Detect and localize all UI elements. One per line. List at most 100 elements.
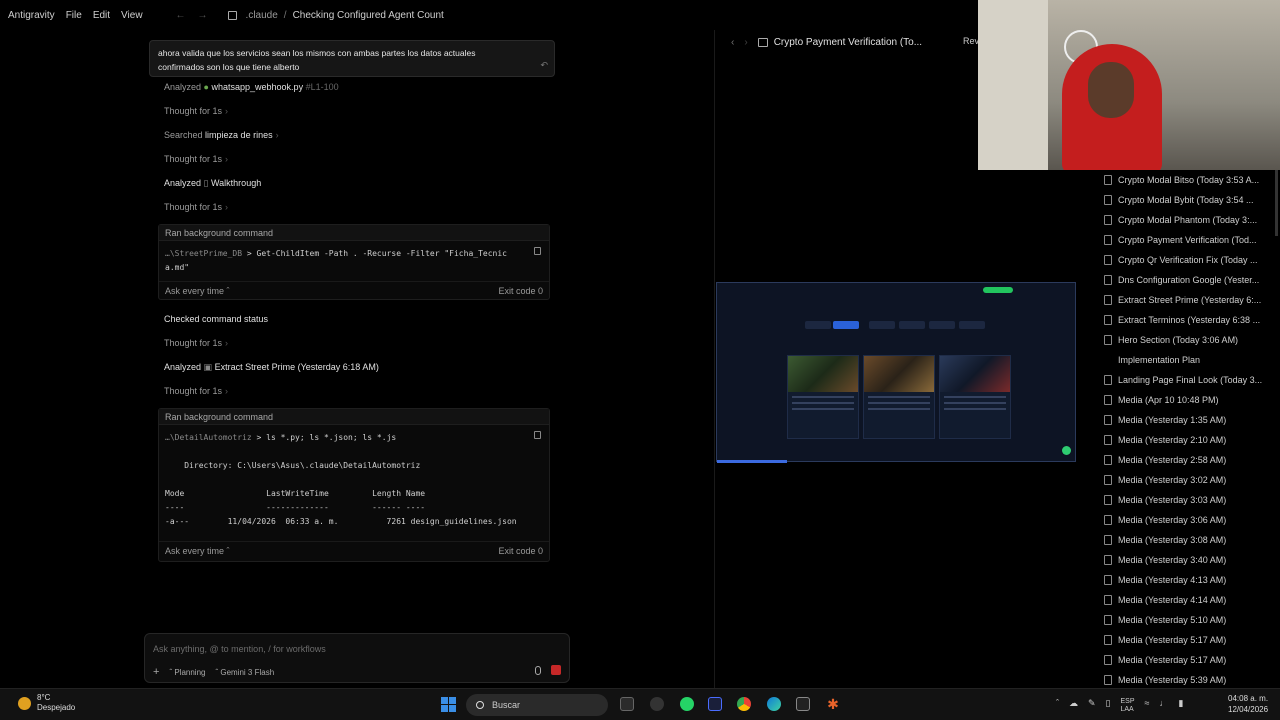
- stop-button[interactable]: [551, 665, 561, 675]
- artifact-list-item[interactable]: Crypto Modal Bitso (Today 3:53 A...: [1094, 170, 1280, 190]
- step-checked[interactable]: Checked command status: [164, 314, 268, 324]
- artifact-list-label: Media (Yesterday 5:39 AM): [1118, 675, 1227, 685]
- step-text: Thought for 1s: [164, 106, 223, 116]
- artifact-list-item[interactable]: Media (Yesterday 3:02 AM): [1094, 470, 1280, 490]
- step-thought[interactable]: Thought for 1s ›: [164, 338, 228, 348]
- artifact-list-item[interactable]: Extract Terminos (Yesterday 6:38 ...: [1094, 310, 1280, 330]
- artifact-list-item[interactable]: Media (Yesterday 4:13 AM): [1094, 570, 1280, 590]
- artifact-list-item[interactable]: Media (Yesterday 5:10 AM): [1094, 610, 1280, 630]
- artifact-list-item[interactable]: Media (Yesterday 4:14 AM): [1094, 590, 1280, 610]
- ask-every-time-dropdown[interactable]: Ask every time ˆ: [165, 286, 230, 296]
- antigravity-icon[interactable]: [708, 697, 722, 711]
- artifact-list-item[interactable]: Media (Apr 10 10:48 PM): [1094, 390, 1280, 410]
- image-icon: [757, 37, 768, 47]
- copy-icon[interactable]: [534, 431, 541, 439]
- step-analyzed[interactable]: Analyzed ▣ Extract Street Prime (Yesterd…: [164, 362, 379, 373]
- screenshot-image[interactable]: [716, 282, 1076, 463]
- artifact-list-item[interactable]: Media (Yesterday 3:06 AM): [1094, 510, 1280, 530]
- battery-icon[interactable]: ▮: [1178, 698, 1183, 714]
- file-icon: [1104, 275, 1112, 285]
- artifact-list-item[interactable]: Media (Yesterday 5:17 AM): [1094, 630, 1280, 650]
- mode-selector[interactable]: ˆ Planning: [169, 668, 205, 677]
- chrome-icon[interactable]: [737, 697, 751, 711]
- edge-icon[interactable]: [767, 697, 781, 711]
- scrollbar[interactable]: [1275, 170, 1278, 236]
- step-text: Checked command status: [164, 314, 269, 324]
- terminal-icon[interactable]: [796, 697, 810, 711]
- artifact-list-item[interactable]: Media (Yesterday 2:10 AM): [1094, 430, 1280, 450]
- artifact-list-item[interactable]: Hero Section (Today 3:06 AM): [1094, 330, 1280, 350]
- volume-icon[interactable]: ♩: [1159, 698, 1168, 714]
- chevron-up-icon[interactable]: ˆ: [1056, 698, 1059, 714]
- time: 04:08 a. m.: [1228, 694, 1269, 703]
- command-text: …\DetailAutomotriz > ls *.py; ls *.json;…: [159, 425, 549, 541]
- whatsapp-icon[interactable]: [680, 697, 694, 711]
- microphone-icon[interactable]: [535, 666, 541, 675]
- weather-widget[interactable]: 8°C Despejado: [18, 693, 75, 713]
- user-message-line: confirmados son los que tiene alberto: [158, 62, 300, 72]
- artifact-list-item[interactable]: Crypto Payment Verification (Tod...: [1094, 230, 1280, 250]
- artifact-list-item[interactable]: Landing Page Final Look (Today 3...: [1094, 370, 1280, 390]
- artifact-list-item[interactable]: Media (Yesterday 5:17 AM): [1094, 650, 1280, 670]
- pen-icon[interactable]: ✎: [1088, 698, 1096, 714]
- menu-view[interactable]: View: [121, 10, 143, 21]
- command-cwd: …\DetailAutomotriz: [165, 433, 252, 442]
- add-context-icon[interactable]: +: [153, 666, 159, 678]
- language-indicator[interactable]: ESP LAA: [1121, 698, 1135, 714]
- cloud-icon[interactable]: ☁: [1069, 698, 1078, 714]
- command-output: Mode LastWriteTime Length Name: [165, 489, 426, 498]
- notes-icon[interactable]: ▯: [1106, 698, 1111, 714]
- step-thought[interactable]: Thought for 1s ›: [164, 106, 228, 116]
- wifi-icon[interactable]: ≈: [1145, 698, 1150, 714]
- app-menu[interactable]: Antigravity: [8, 10, 55, 21]
- weather-icon: [18, 696, 31, 710]
- github-icon[interactable]: [650, 697, 664, 711]
- back-arrow-icon[interactable]: ←: [176, 10, 186, 21]
- artifact-list-label: Implementation Plan: [1118, 355, 1201, 365]
- file-explorer-icon[interactable]: [620, 697, 634, 711]
- undo-icon[interactable]: ↶: [540, 58, 548, 72]
- artifact-list-item[interactable]: Crypto Modal Bybit (Today 3:54 ...: [1094, 190, 1280, 210]
- artifact-list-item[interactable]: Media (Yesterday 3:40 AM): [1094, 550, 1280, 570]
- artifact-list-item[interactable]: Media (Yesterday 1:35 AM): [1094, 410, 1280, 430]
- breadcrumb-workspace[interactable]: .claude: [246, 10, 278, 21]
- forward-icon[interactable]: ›: [744, 37, 747, 48]
- artifact-list-item[interactable]: Dns Configuration Google (Yester...: [1094, 270, 1280, 290]
- ask-every-time-dropdown[interactable]: Ask every time ˆ: [165, 546, 230, 556]
- command-line: ls *.py; ls *.json; ls *.js: [266, 433, 397, 442]
- step-thought[interactable]: Thought for 1s ›: [164, 386, 228, 396]
- taskbar-search[interactable]: Buscar: [466, 694, 608, 716]
- step-analyzed[interactable]: Analyzed ● whatsapp_webhook.py #L1-100: [164, 82, 339, 92]
- system-tray: ˆ ☁ ✎ ▯ ESP LAA ≈ ♩ ▮: [1056, 698, 1183, 714]
- windows-start-icon[interactable]: [441, 697, 456, 712]
- chat-input[interactable]: Ask anything, @ to mention, / for workfl…: [144, 633, 570, 683]
- claude-icon[interactable]: ✱: [826, 697, 840, 711]
- file-icon: [1104, 475, 1112, 485]
- command-header[interactable]: Ran background command: [159, 409, 549, 425]
- step-thought[interactable]: Thought for 1s ›: [164, 154, 228, 164]
- menu-edit[interactable]: Edit: [93, 10, 110, 21]
- forward-arrow-icon[interactable]: →: [198, 10, 208, 21]
- artifact-list-item[interactable]: Media (Yesterday 5:39 AM): [1094, 670, 1280, 688]
- step-thought[interactable]: Thought for 1s ›: [164, 202, 228, 212]
- file-icon: [1104, 315, 1112, 325]
- artifact-list-item[interactable]: Media (Yesterday 3:03 AM): [1094, 490, 1280, 510]
- artifact-list-item[interactable]: Crypto Modal Phantom (Today 3:...: [1094, 210, 1280, 230]
- date: 12/04/2026: [1228, 705, 1269, 714]
- back-icon[interactable]: ‹: [731, 37, 734, 48]
- clock[interactable]: 04:08 a. m. 12/04/2026: [1228, 693, 1268, 715]
- artifact-list-label: Crypto Modal Phantom (Today 3:...: [1118, 215, 1258, 225]
- model-selector[interactable]: ˆ Gemini 3 Flash: [215, 668, 274, 677]
- artifact-list-item[interactable]: Implementation Plan: [1094, 350, 1280, 370]
- artifact-list-item[interactable]: Crypto Qr Verification Fix (Today ...: [1094, 250, 1280, 270]
- copy-icon[interactable]: [534, 247, 541, 255]
- thumb-card: [863, 355, 935, 439]
- artifact-list-item[interactable]: Extract Street Prime (Yesterday 6:...: [1094, 290, 1280, 310]
- artifact-list-item[interactable]: Media (Yesterday 3:08 AM): [1094, 530, 1280, 550]
- step-searched[interactable]: Searched limpieza de rines ›: [164, 130, 279, 140]
- sidebar-toggle-icon[interactable]: [227, 10, 237, 20]
- artifact-list-item[interactable]: Media (Yesterday 2:58 AM): [1094, 450, 1280, 470]
- step-analyzed[interactable]: Analyzed ▯ Walkthrough: [164, 178, 261, 189]
- command-header[interactable]: Ran background command: [159, 225, 549, 241]
- menu-file[interactable]: File: [66, 10, 82, 21]
